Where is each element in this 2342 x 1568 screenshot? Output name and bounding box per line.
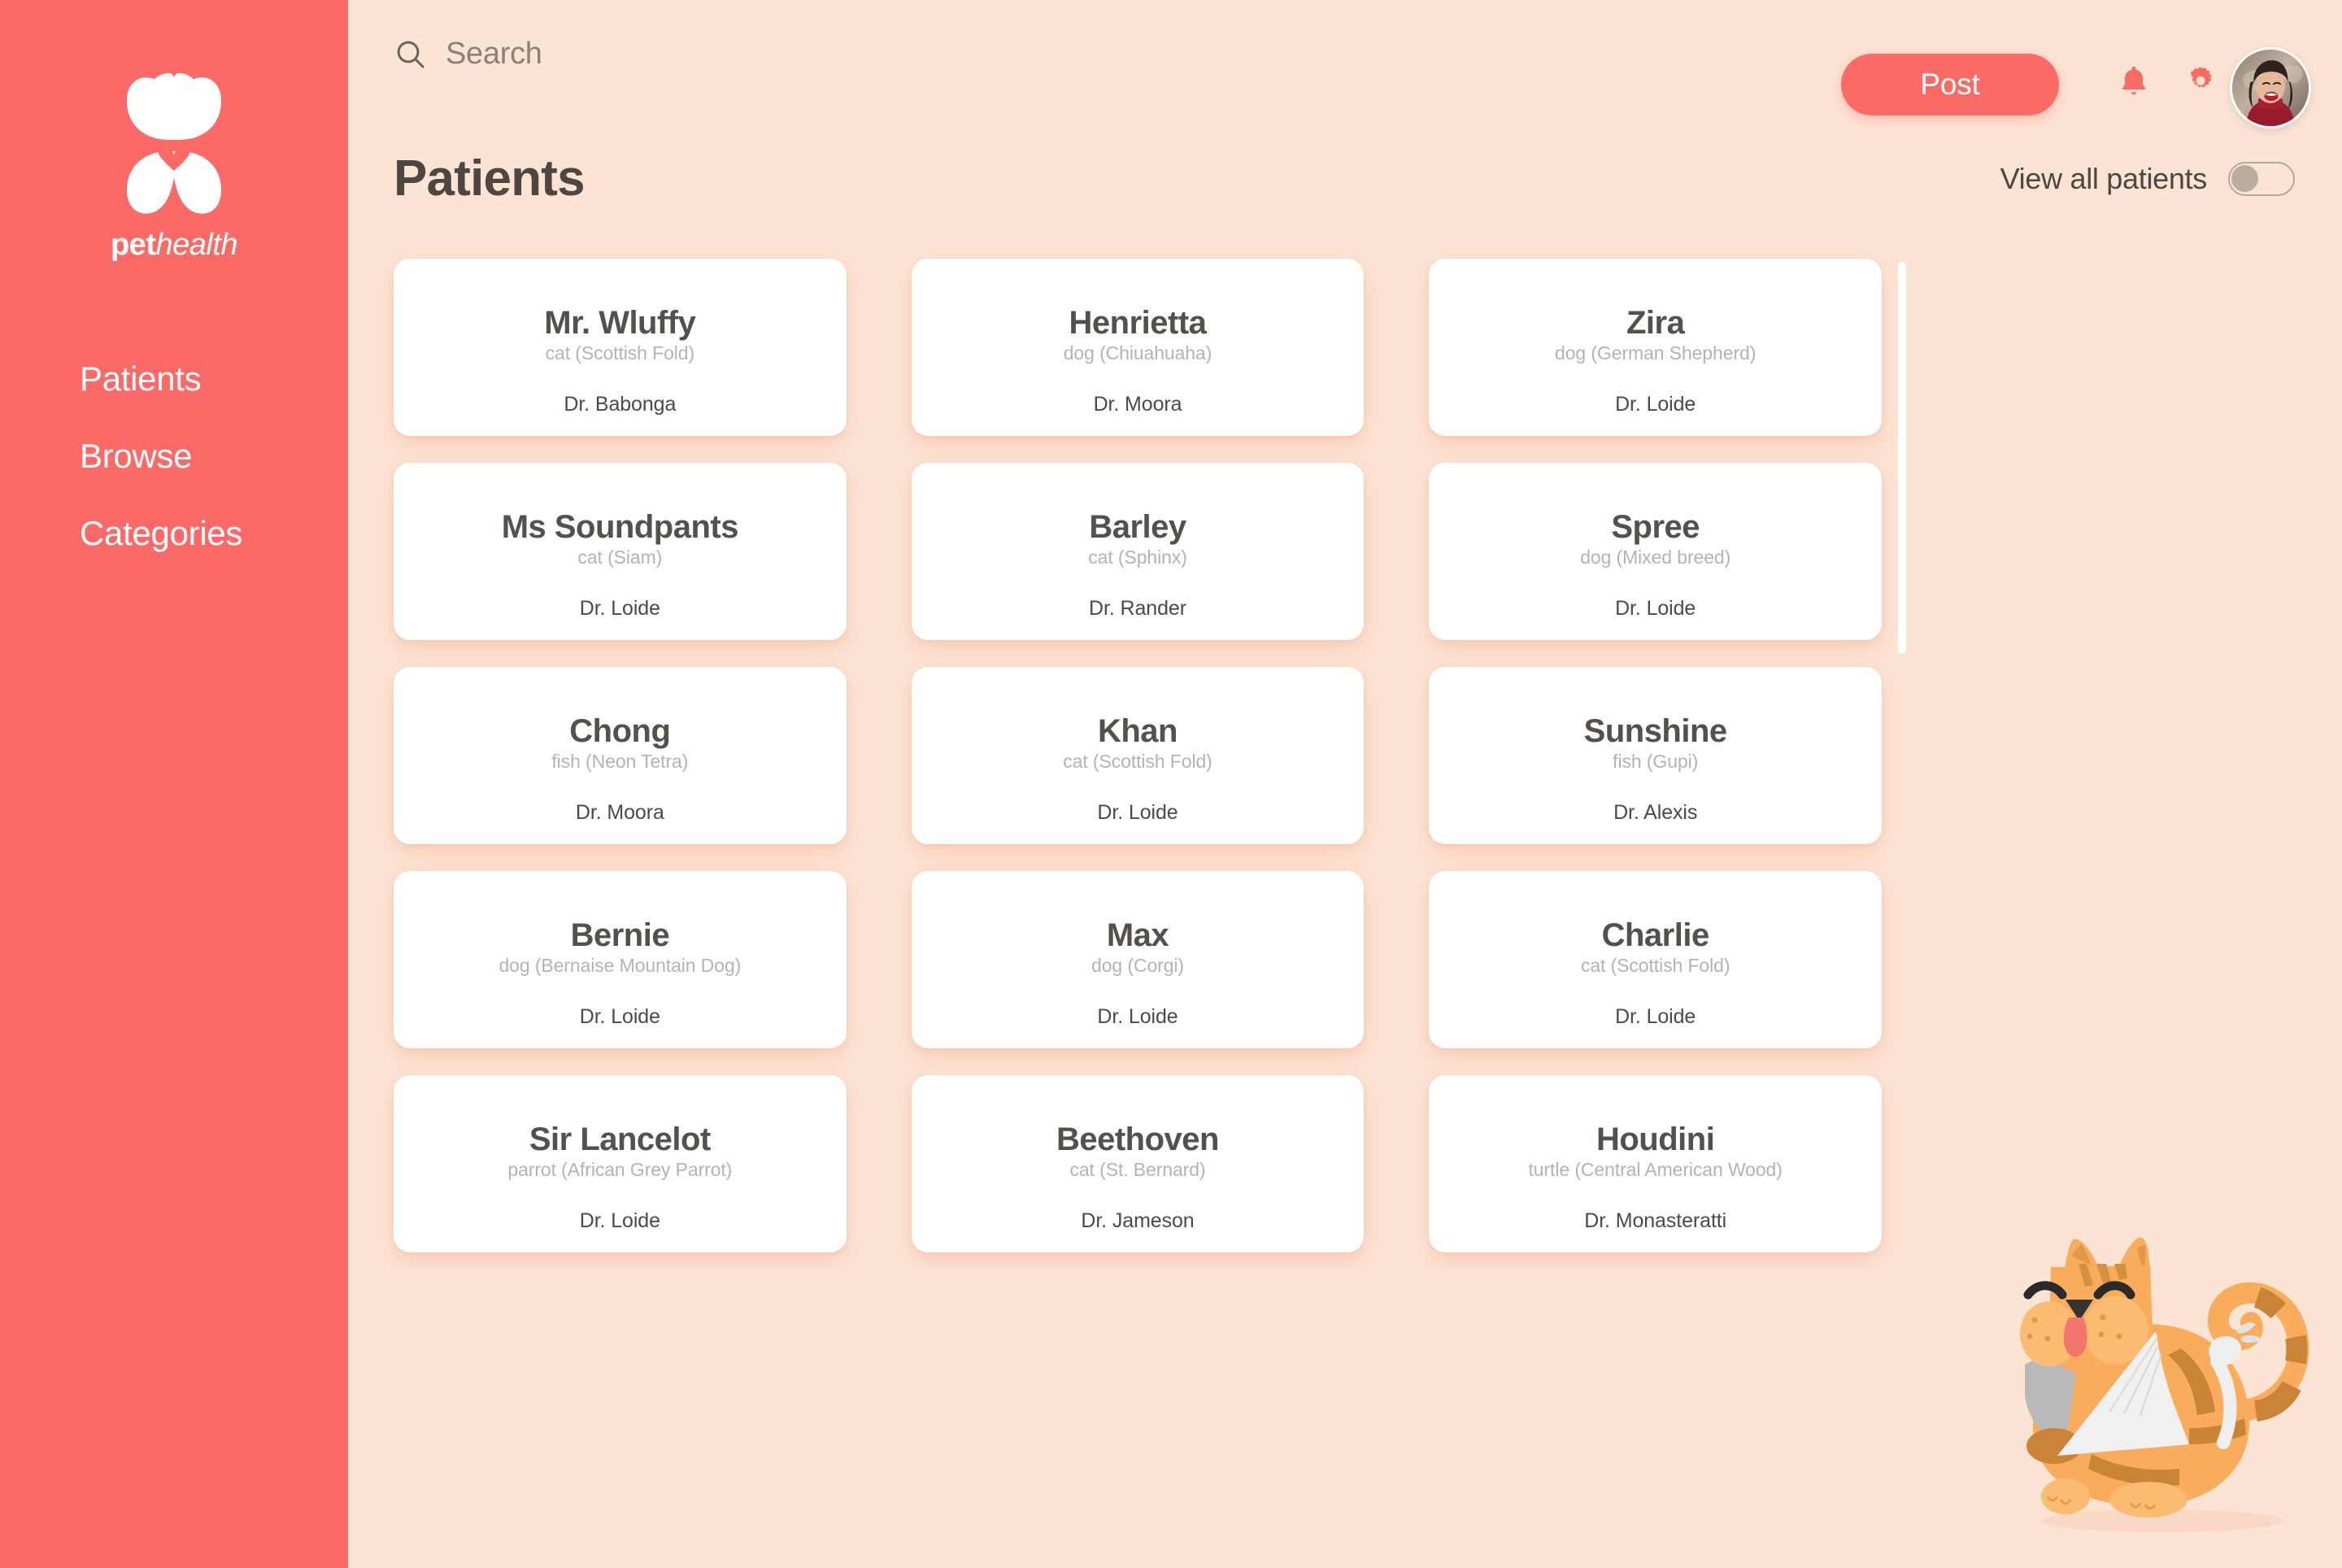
patient-name: Khan <box>1097 713 1178 749</box>
patient-doctor: Dr. Moora <box>575 801 664 824</box>
patient-card[interactable]: Mr. Wluffy cat (Scottish Fold) Dr. Babonga <box>394 259 847 436</box>
page-title: Patients <box>394 150 586 207</box>
patient-name: Max <box>1106 917 1169 953</box>
search-input[interactable] <box>446 37 901 72</box>
patient-card[interactable]: Ms Soundpants cat (Siam) Dr. Loide <box>394 463 847 640</box>
sidebar-item-categories[interactable]: Categories <box>80 516 348 551</box>
patient-doctor: Dr. Moora <box>1093 393 1182 416</box>
notifications-button[interactable] <box>2116 63 2152 99</box>
mascot-illustration <box>1987 1210 2329 1535</box>
patient-card[interactable]: Chong fish (Neon Tetra) Dr. Moora <box>394 667 847 844</box>
patient-name: Mr. Wluffy <box>544 305 696 341</box>
patient-doctor: Dr. Loide <box>579 1209 660 1232</box>
patient-card[interactable]: Charlie cat (Scottish Fold) Dr. Loide <box>1429 871 1882 1048</box>
patient-name: Houdini <box>1595 1122 1715 1157</box>
patient-card[interactable]: Sir Lancelot parrot (African Grey Parrot)… <box>394 1075 847 1252</box>
patient-breed: dog (German Shepherd) <box>1555 342 1756 364</box>
patient-breed: turtle (Central American Wood) <box>1528 1159 1783 1180</box>
patient-doctor: Dr. Loide <box>579 1005 660 1028</box>
patient-breed: cat (Scottish Fold) <box>1580 955 1730 976</box>
patient-breed: cat (Scottish Fold) <box>1063 751 1212 772</box>
patient-doctor: Dr. Monasteratti <box>1584 1209 1727 1232</box>
patient-doctor: Dr. Loide <box>1097 1005 1178 1028</box>
patient-name: Chong <box>569 713 671 749</box>
patient-doctor: Dr. Loide <box>1615 393 1696 416</box>
brand-wordmark: pethealth <box>110 228 238 263</box>
search-icon <box>397 41 424 68</box>
brand-logo[interactable]: pethealth <box>0 0 348 263</box>
patient-breed: parrot (African Grey Parrot) <box>507 1159 733 1180</box>
patient-doctor: Dr. Loide <box>1615 1005 1696 1028</box>
patient-card-grid: Mr. Wluffy cat (Scottish Fold) Dr. Babonga… <box>394 259 1882 1252</box>
patient-name: Charlie <box>1601 917 1710 953</box>
patient-doctor: Dr. Babonga <box>564 393 677 416</box>
patient-doctor: Dr. Rander <box>1089 597 1186 620</box>
patient-doctor: Dr. Loide <box>1097 801 1178 824</box>
patient-name: Henrietta <box>1069 305 1207 341</box>
bell-icon <box>2122 67 2146 95</box>
patient-name: Zira <box>1626 305 1685 341</box>
patient-breed: cat (Scottish Fold) <box>545 342 695 364</box>
patient-name: Bernie <box>570 917 670 953</box>
patient-breed: dog (Bernaise Mountain Dog) <box>498 955 742 976</box>
toggle-knob <box>2231 165 2258 192</box>
patient-breed: cat (Sphinx) <box>1088 547 1187 568</box>
patient-name: Barley <box>1089 509 1186 545</box>
view-all-patients-label: View all patients <box>2000 162 2208 195</box>
patient-breed: fish (Neon Tetra) <box>551 751 689 772</box>
bunny-butterfly-heart-logo-icon <box>127 73 221 214</box>
patient-card[interactable]: Henrietta dog (Chiuahuaha) Dr. Moora <box>911 259 1365 436</box>
app-root: pethealth Patients Browse Categories Pos… <box>0 0 2342 1568</box>
sidebar-nav: Patients Browse Categories <box>0 362 348 551</box>
sidebar-item-patients[interactable]: Patients <box>80 362 348 396</box>
patient-card[interactable]: Beethoven cat (St. Bernard) Dr. Jameson <box>911 1075 1365 1252</box>
search-bar[interactable] <box>394 37 901 72</box>
patient-card[interactable]: Spree dog (Mixed breed) Dr. Loide <box>1429 463 1882 640</box>
patient-breed: fish (Gupi) <box>1613 751 1699 772</box>
patient-name: Beethoven <box>1056 1122 1220 1157</box>
patient-breed: cat (Siam) <box>577 547 663 568</box>
patient-breed: cat (St. Bernard) <box>1069 1159 1206 1180</box>
main-content: Post <box>348 0 2342 1568</box>
patient-card[interactable]: Max dog (Corgi) Dr. Loide <box>911 871 1365 1048</box>
patient-breed: dog (Mixed breed) <box>1580 547 1731 568</box>
view-all-patients-control: View all patients <box>2000 162 2311 196</box>
grid-scrollbar-thumb[interactable] <box>1898 262 1906 654</box>
avatar-photo <box>2232 50 2309 126</box>
patient-breed: dog (Corgi) <box>1091 955 1184 976</box>
view-all-patients-toggle[interactable] <box>2228 162 2295 196</box>
patient-doctor: Dr. Alexis <box>1613 801 1698 824</box>
patient-name: Sir Lancelot <box>529 1122 711 1157</box>
patient-card[interactable]: Houdini turtle (Central American Wood) Dr.… <box>1429 1075 1882 1252</box>
sidebar: pethealth Patients Browse Categories <box>0 0 348 1568</box>
patient-doctor: Dr. Loide <box>579 597 660 620</box>
brand-name-italic: health <box>155 228 238 262</box>
post-button[interactable]: Post <box>1841 54 2059 115</box>
patient-doctor: Dr. Jameson <box>1081 1209 1195 1232</box>
grid-scrollbar-track[interactable] <box>1898 262 1906 978</box>
patient-name: Sunshine <box>1583 713 1728 749</box>
patient-name: Spree <box>1611 509 1700 545</box>
patient-card[interactable]: Khan cat (Scottish Fold) Dr. Loide <box>911 667 1365 844</box>
patient-card[interactable]: Zira dog (German Shepherd) Dr. Loide <box>1429 259 1882 436</box>
patient-card[interactable]: Barley cat (Sphinx) Dr. Rander <box>911 463 1365 640</box>
patient-name: Ms Soundpants <box>501 509 739 545</box>
avatar[interactable] <box>2230 47 2311 128</box>
brand-name-bold: pet <box>110 228 156 262</box>
patient-card[interactable]: Bernie dog (Bernaise Mountain Dog) Dr. Loi… <box>394 871 847 1048</box>
patient-card[interactable]: Sunshine fish (Gupi) Dr. Alexis <box>1429 667 1882 844</box>
topbar: Post <box>348 0 2342 128</box>
patient-doctor: Dr. Loide <box>1615 597 1696 620</box>
gear-icon <box>2191 67 2212 88</box>
settings-button[interactable] <box>2183 63 2218 99</box>
page-header: Patients View all patients <box>394 145 2311 213</box>
injured-orange-cat-icon <box>2020 1237 2309 1532</box>
sidebar-item-browse[interactable]: Browse <box>80 439 348 473</box>
patient-breed: dog (Chiuahuaha) <box>1063 342 1212 364</box>
